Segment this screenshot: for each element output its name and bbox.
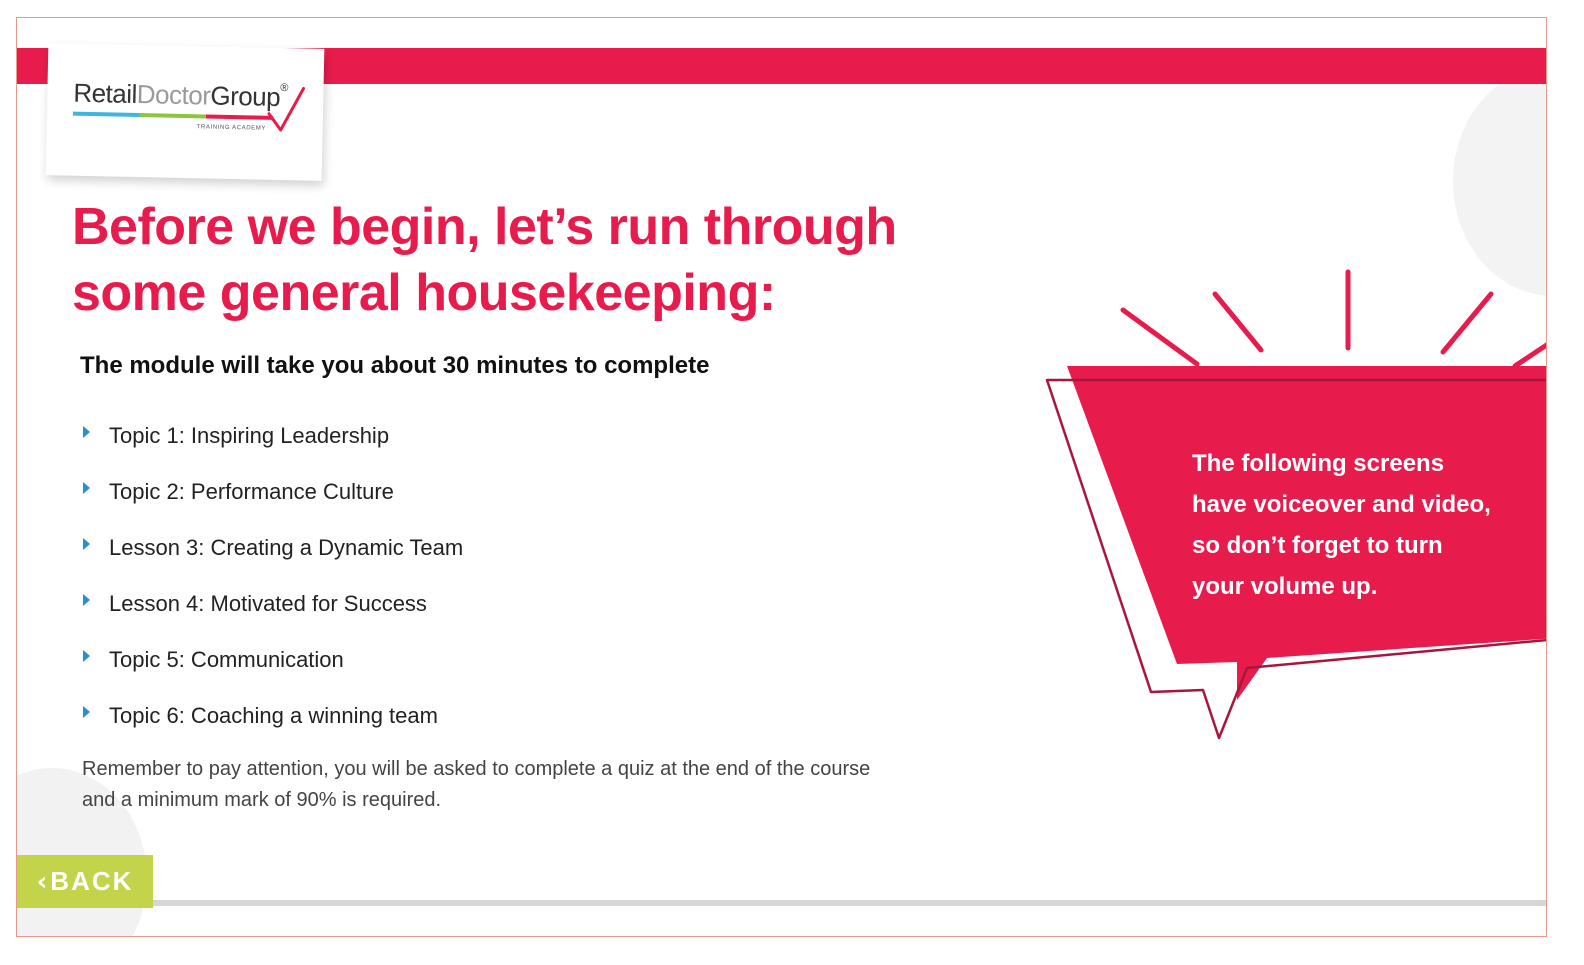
logo-tagline: TRAINING ACADEMY	[196, 124, 267, 132]
topic-label: Topic 2: Performance Culture	[109, 479, 394, 504]
logo-word-retail: Retail	[73, 77, 138, 109]
module-duration: The module will take you about 30 minute…	[80, 352, 710, 379]
checkmark-icon	[267, 86, 306, 132]
callout-line-3: so don’t forget to turn	[1192, 532, 1443, 559]
triangle-bullet-icon	[83, 482, 90, 494]
triangle-bullet-icon	[83, 594, 90, 606]
callout-line-1: The following screens	[1192, 450, 1445, 477]
list-item: Lesson 3: Creating a Dynamic Team	[83, 520, 463, 576]
topic-list: Topic 1: Inspiring Leadership Topic 2: P…	[83, 408, 463, 744]
logo-stripe-green	[139, 113, 207, 119]
quiz-reminder-line-2: and a minimum mark of 90% is required.	[82, 789, 442, 811]
list-item: Topic 6: Coaching a winning team	[83, 688, 463, 744]
slide-frame: RetailDoctorGroup® TRAINING ACADEMY Befo…	[16, 17, 1547, 937]
back-button[interactable]: ‹ BACK	[17, 855, 153, 908]
topic-label: Topic 5: Communication	[109, 647, 344, 672]
page-title-line-1: Before we begin, let’s run through	[72, 198, 897, 256]
logo-stripe-blue	[72, 111, 140, 118]
callout-line-4: your volume up.	[1192, 573, 1378, 600]
list-item: Topic 1: Inspiring Leadership	[83, 408, 463, 464]
callout-message: The following screens have voiceover and…	[1192, 443, 1532, 607]
quiz-reminder-line-1: Remember to pay attention, you will be a…	[82, 758, 871, 780]
attention-burst-lines-icon	[1120, 269, 1546, 369]
callout-line-2: have voiceover and video,	[1192, 491, 1491, 518]
quiz-reminder: Remember to pay attention, you will be a…	[82, 754, 942, 816]
logo-color-stripes	[72, 111, 273, 120]
list-item: Topic 2: Performance Culture	[83, 464, 463, 520]
topic-label: Lesson 4: Motivated for Success	[109, 591, 427, 616]
triangle-bullet-icon	[83, 426, 90, 438]
list-item: Lesson 4: Motivated for Success	[83, 576, 463, 632]
logo-wordmark: RetailDoctorGroup®	[73, 78, 288, 113]
back-button-label: BACK	[50, 866, 134, 896]
topic-label: Lesson 3: Creating a Dynamic Team	[109, 535, 464, 560]
triangle-bullet-icon	[83, 538, 90, 550]
logo-word-doctor: Doctor	[136, 78, 211, 111]
logo: RetailDoctorGroup® TRAINING ACADEMY	[45, 43, 325, 181]
list-item: Topic 5: Communication	[83, 632, 463, 688]
triangle-bullet-icon	[83, 650, 90, 662]
footer-divider	[17, 900, 1546, 906]
chevron-left-icon: ‹	[36, 866, 48, 897]
page-title: Before we begin, let’s run through some …	[72, 194, 972, 326]
page-title-line-2: some general housekeeping:	[72, 264, 776, 322]
logo-stripe-red	[206, 114, 273, 120]
topic-label: Topic 1: Inspiring Leadership	[109, 423, 390, 448]
triangle-bullet-icon	[83, 706, 90, 718]
topic-label: Topic 6: Coaching a winning team	[109, 703, 438, 728]
